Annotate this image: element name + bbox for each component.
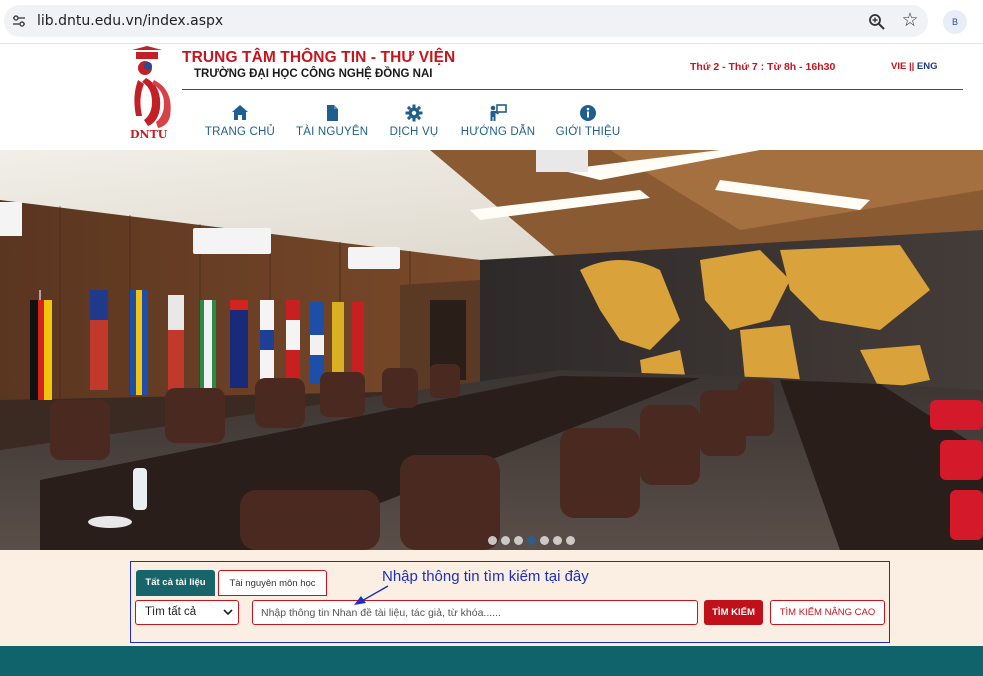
nav-item-services[interactable]: DỊCH VỤ <box>380 104 448 144</box>
conference-room-photo <box>0 150 983 550</box>
browser-toolbar: lib.dntu.edu.vn/index.aspx ☆ B <box>0 0 983 44</box>
lang-eng-link[interactable]: ENG <box>917 61 938 72</box>
search-button[interactable]: TÌM KIẾM <box>704 600 763 625</box>
tune-icon[interactable] <box>12 14 26 28</box>
search-scope-value: Tìm tất cả <box>145 606 197 618</box>
carousel-dot-active[interactable] <box>527 536 536 545</box>
lang-separator: || <box>906 61 917 72</box>
header-divider <box>182 89 963 90</box>
chevron-down-icon <box>223 609 233 616</box>
star-icon[interactable]: ☆ <box>900 11 920 31</box>
carousel-dot[interactable] <box>540 536 549 545</box>
profile-avatar[interactable]: B <box>943 10 967 34</box>
carousel-dot[interactable] <box>514 536 523 545</box>
info-icon <box>580 105 596 121</box>
nav-label-home: TRANG CHỦ <box>204 126 276 138</box>
zoom-icon[interactable] <box>868 13 886 31</box>
nav-label-guide: HƯỚNG DẪN <box>460 126 536 138</box>
file-icon <box>327 105 338 121</box>
logo-text: DNTU <box>130 128 168 141</box>
annotation-arrow-icon <box>354 585 389 605</box>
annotation-text: Nhập thông tin tìm kiếm tại đây <box>382 568 589 585</box>
search-scope-select[interactable]: Tìm tất cả <box>135 600 239 625</box>
guide-icon <box>490 104 507 121</box>
carousel-dot[interactable] <box>488 536 497 545</box>
footer-band <box>0 646 983 676</box>
tab-course-resources[interactable]: Tài nguyên môn học <box>218 570 327 596</box>
home-icon <box>232 105 248 120</box>
hero-carousel[interactable] <box>0 150 983 550</box>
nav-item-resources[interactable]: TÀI NGUYÊN <box>296 104 368 144</box>
carousel-dot[interactable] <box>501 536 510 545</box>
nav-label-about: GIỚI THIỆU <box>555 126 621 138</box>
nav-item-guide[interactable]: HƯỚNG DẪN <box>460 104 536 144</box>
carousel-indicators <box>488 532 579 545</box>
nav-item-home[interactable]: TRANG CHỦ <box>204 104 276 144</box>
language-switcher: VIE || ENG <box>891 61 938 72</box>
tab-all-documents[interactable]: Tất cả tài liệu <box>136 570 215 596</box>
nav-item-about[interactable]: GIỚI THIỆU <box>553 104 623 144</box>
address-bar[interactable]: lib.dntu.edu.vn/index.aspx ☆ <box>4 5 928 37</box>
site-header: DNTU TRUNG TÂM THÔNG TIN - THƯ VIỆN TRƯỜ… <box>0 44 983 150</box>
site-title: TRUNG TÂM THÔNG TIN - THƯ VIỆN <box>182 49 456 66</box>
nav-label-services: DỊCH VỤ <box>389 126 439 138</box>
carousel-dot[interactable] <box>566 536 575 545</box>
gear-icon <box>405 104 423 122</box>
nav-label-resources: TÀI NGUYÊN <box>296 126 369 138</box>
carousel-dot[interactable] <box>553 536 562 545</box>
search-input[interactable] <box>252 600 698 625</box>
site-subtitle: TRƯỜNG ĐẠI HỌC CÔNG NGHỆ ĐỒNG NAI <box>194 68 433 80</box>
opening-hours: Thứ 2 - Thứ 7 : Từ 8h - 16h30 <box>690 61 836 73</box>
lang-vie-link[interactable]: VIE <box>891 61 906 72</box>
url-text[interactable]: lib.dntu.edu.vn/index.aspx <box>37 13 223 29</box>
advanced-search-button[interactable]: TÌM KIẾM NÂNG CAO <box>770 600 885 625</box>
